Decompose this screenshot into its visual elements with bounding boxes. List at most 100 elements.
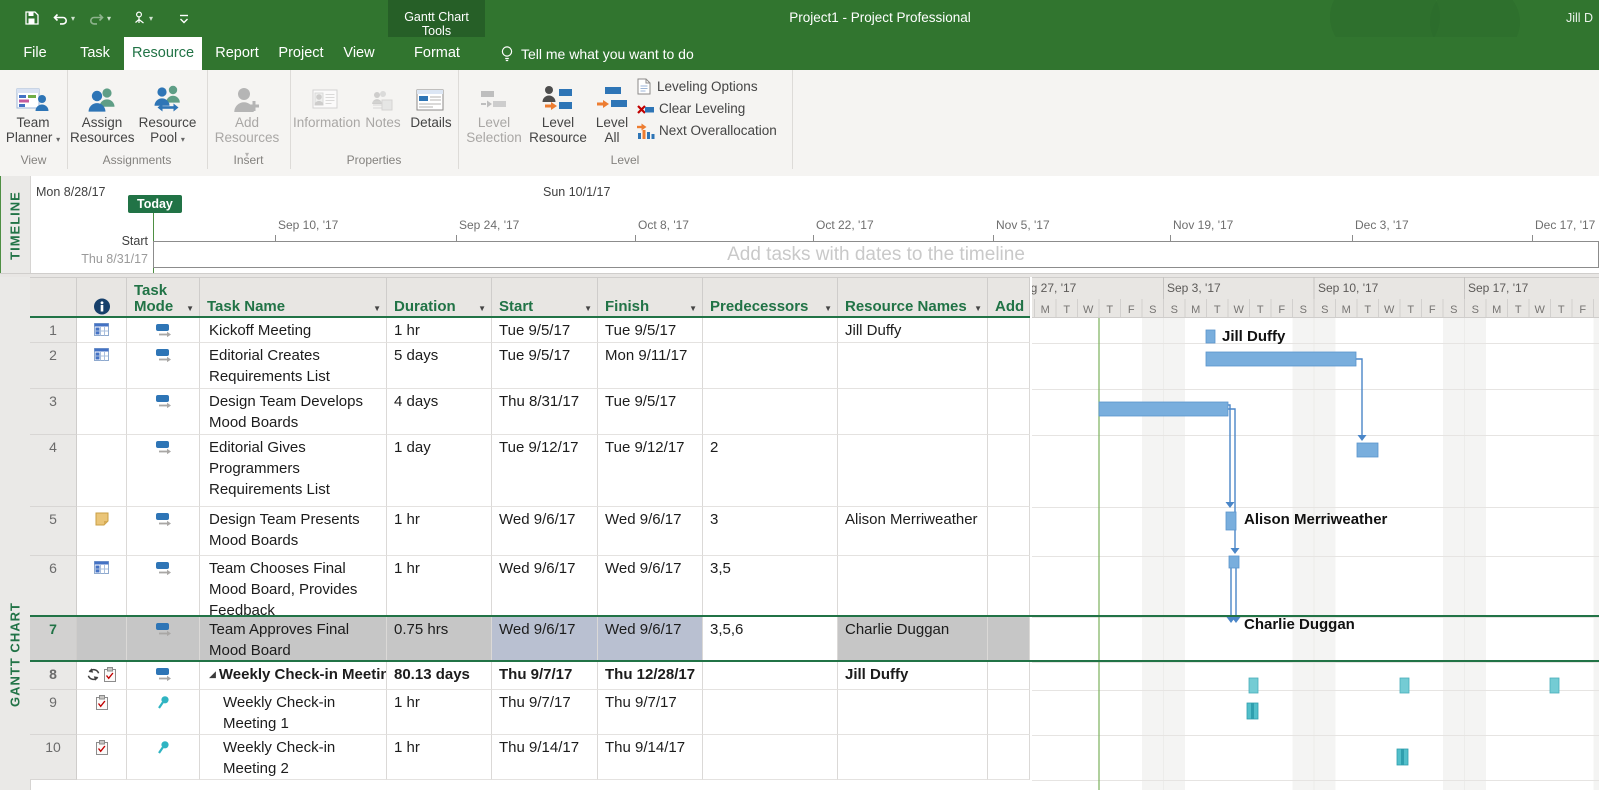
table-row[interactable]: 3Design Team Develops Mood Boards4 daysT…: [30, 389, 1030, 435]
cell-name[interactable]: Design Team Develops Mood Boards: [200, 389, 387, 435]
cell-num[interactable]: 4: [30, 435, 77, 507]
gantt-bar[interactable]: [1550, 678, 1559, 693]
table-row[interactable]: 1Kickoff Meeting1 hrTue 9/5/17Tue 9/5/17…: [30, 318, 1030, 343]
dropdown-caret-icon[interactable]: ▾: [107, 14, 111, 23]
table-row[interactable]: 10Weekly Check-in Meeting 21 hrThu 9/14/…: [30, 735, 1030, 780]
gantt-bar[interactable]: [1400, 678, 1409, 693]
cell-info[interactable]: [77, 617, 127, 662]
cell-start[interactable]: Tue 9/5/17: [492, 343, 598, 389]
cell-name[interactable]: Weekly Check-in Meeting 1: [200, 690, 387, 735]
cell-add[interactable]: [988, 556, 1030, 617]
table-row[interactable]: 9Weekly Check-in Meeting 11 hrThu 9/7/17…: [30, 690, 1030, 735]
filter-arrow-icon[interactable]: ▼: [824, 304, 832, 313]
cell-num[interactable]: 10: [30, 735, 77, 780]
tab-file[interactable]: File: [10, 37, 60, 70]
cell-duration[interactable]: 80.13 days: [387, 662, 492, 690]
filter-arrow-icon[interactable]: ▼: [478, 304, 486, 313]
tab-report[interactable]: Report: [206, 37, 268, 70]
cell-mode[interactable]: [127, 507, 200, 556]
cell-num[interactable]: 3: [30, 389, 77, 435]
table-row[interactable]: 5Design Team Presents Mood Boards1 hrWed…: [30, 507, 1030, 556]
collapse-triangle-icon[interactable]: ◢: [209, 669, 216, 679]
level-all-button[interactable]: LevelAll: [590, 74, 634, 145]
cell-pred[interactable]: [703, 318, 838, 343]
cell-mode[interactable]: [127, 318, 200, 343]
cell-name[interactable]: Kickoff Meeting: [200, 318, 387, 343]
cell-add[interactable]: [988, 507, 1030, 556]
gantt-bar[interactable]: [1206, 352, 1356, 366]
column-header-res[interactable]: Resource Names▼: [838, 278, 988, 319]
table-row[interactable]: 6 Team Chooses Final Mood Board, Provides…: [30, 556, 1030, 617]
tab-format[interactable]: Format: [396, 37, 478, 70]
cell-duration[interactable]: 5 days: [387, 343, 492, 389]
save-button[interactable]: [24, 7, 40, 29]
cell-start[interactable]: Thu 9/14/17: [492, 735, 598, 780]
cell-res[interactable]: [838, 435, 988, 507]
cell-add[interactable]: [988, 389, 1030, 435]
cell-start[interactable]: Tue 9/12/17: [492, 435, 598, 507]
column-header-start[interactable]: Start▼: [492, 278, 598, 319]
cell-duration[interactable]: 1 hr: [387, 507, 492, 556]
cell-pred[interactable]: 3,5: [703, 556, 838, 617]
cell-start[interactable]: Wed 9/6/17: [492, 556, 598, 617]
cell-name[interactable]: Team Chooses Final Mood Board, Provides …: [200, 556, 387, 617]
cell-pred[interactable]: [703, 389, 838, 435]
cell-info[interactable]: [77, 343, 127, 389]
column-header-finish[interactable]: Finish▼: [598, 278, 703, 319]
cell-res[interactable]: [838, 556, 988, 617]
cell-pred[interactable]: [703, 662, 838, 690]
cell-mode[interactable]: [127, 662, 200, 690]
next-overallocation-button[interactable]: Next Overallocation: [636, 120, 777, 141]
filter-arrow-icon[interactable]: ▼: [584, 304, 592, 313]
cell-duration[interactable]: 0.75 hrs: [387, 617, 492, 662]
cell-pred[interactable]: 2: [703, 435, 838, 507]
cell-res[interactable]: Jill Duffy: [838, 662, 988, 690]
cell-name[interactable]: Team Approves Final Mood Board: [200, 617, 387, 662]
cell-finish[interactable]: Thu 12/28/17: [598, 662, 703, 690]
cell-add[interactable]: [988, 662, 1030, 690]
cell-mode[interactable]: [127, 617, 200, 662]
gantt-bar[interactable]: [1226, 512, 1236, 530]
signed-in-user[interactable]: Jill D: [1566, 11, 1593, 25]
gantt-bar[interactable]: [1229, 556, 1239, 568]
undo-button[interactable]: ▾: [52, 7, 75, 29]
cell-mode[interactable]: [127, 690, 200, 735]
timeline-bar[interactable]: Add tasks with dates to the timeline: [153, 241, 1599, 268]
timeline-pane[interactable]: TIMELINEMon 8/28/17TodaySun 10/1/17Sep 1…: [0, 176, 1599, 273]
cell-res[interactable]: Jill Duffy: [838, 318, 988, 343]
cell-name[interactable]: Editorial Gives Programmers Requirements…: [200, 435, 387, 507]
cell-finish[interactable]: Mon 9/11/17: [598, 343, 703, 389]
cell-res[interactable]: [838, 735, 988, 780]
level-resource-button[interactable]: LevelResource: [528, 74, 588, 145]
leveling-options-button[interactable]: Leveling Options: [636, 76, 758, 97]
column-header-info[interactable]: [77, 278, 127, 319]
gantt-bar[interactable]: [1357, 443, 1378, 457]
clear-leveling-button[interactable]: Clear Leveling: [636, 98, 745, 119]
cell-num[interactable]: 1: [30, 318, 77, 343]
gantt-bar[interactable]: [1206, 330, 1215, 343]
cell-start[interactable]: Wed 9/6/17: [492, 617, 598, 662]
cell-pred[interactable]: 3: [703, 507, 838, 556]
cell-num[interactable]: 6: [30, 556, 77, 617]
resource-pool-button[interactable]: ResourcePool ▾: [135, 74, 200, 147]
tab-resource[interactable]: Resource: [124, 37, 202, 70]
table-row[interactable]: 8◢Weekly Check-in Meetin80.13 daysThu 9/…: [30, 662, 1030, 690]
gantt-chart-area[interactable]: MTWTFSSMTWTFSSMTWTFSSMTWTFSAug 27, '17Se…: [1032, 277, 1599, 790]
filter-arrow-icon[interactable]: ▼: [974, 304, 982, 313]
cell-duration[interactable]: 1 hr: [387, 690, 492, 735]
cell-name[interactable]: Editorial Creates Requirements List: [200, 343, 387, 389]
dropdown-caret-icon[interactable]: ▾: [149, 14, 153, 23]
cell-mode[interactable]: [127, 343, 200, 389]
cell-start[interactable]: Tue 9/5/17: [492, 318, 598, 343]
cell-pred[interactable]: [703, 343, 838, 389]
dropdown-caret-icon[interactable]: ▾: [71, 14, 75, 23]
cell-name[interactable]: Design Team Presents Mood Boards: [200, 507, 387, 556]
assign-resources-button[interactable]: AssignResources: [70, 74, 134, 145]
cell-num[interactable]: 8: [30, 662, 77, 690]
cell-info[interactable]: [77, 435, 127, 507]
column-header-mode[interactable]: TaskMode▼: [127, 278, 200, 319]
table-row[interactable]: 7Team Approves Final Mood Board0.75 hrsW…: [30, 617, 1030, 662]
cell-finish[interactable]: Tue 9/5/17: [598, 389, 703, 435]
cell-add[interactable]: [988, 690, 1030, 735]
cell-add[interactable]: [988, 735, 1030, 780]
